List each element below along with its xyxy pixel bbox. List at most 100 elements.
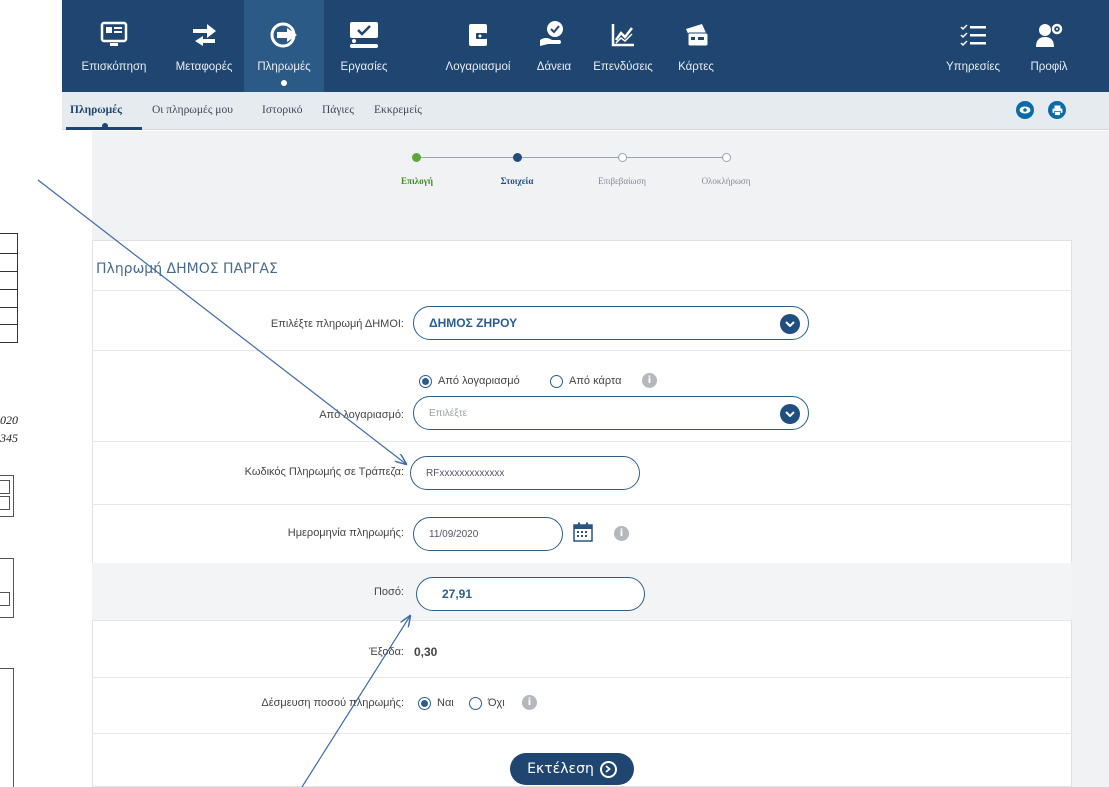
subnav-item-history[interactable]: Ιστορικό — [262, 104, 303, 116]
radio-hold-no-label: Όχι — [488, 697, 505, 709]
nav-item-tasks[interactable]: Εργασίες — [324, 0, 404, 92]
investments-chart-icon — [606, 18, 640, 52]
radio-from-card[interactable] — [550, 375, 563, 388]
table-line — [0, 271, 18, 272]
payment-date-input[interactable]: 11/09/2020 — [413, 517, 563, 551]
municipality-label: Επιλέξτε πληρωμή ΔΗΜΟΙ: — [270, 318, 404, 330]
step-label-select: Επιλογή — [401, 176, 433, 186]
active-tab-dot — [102, 123, 108, 129]
subnav-item-my-payments[interactable]: Οι πληρωμές μου — [152, 104, 233, 116]
wallet-icon — [461, 18, 495, 52]
radio-from-account[interactable] — [419, 375, 432, 388]
row-separator — [92, 504, 1072, 505]
nav-label: Κάρτες — [678, 61, 714, 73]
sub-navigation-bar: Πληρωμές Οι πληρωμές μου Ιστορικό Πάγιες… — [62, 92, 1109, 130]
overview-icon — [97, 18, 131, 52]
nav-label: Επισκόπηση — [81, 61, 147, 73]
info-icon[interactable]: i — [614, 526, 629, 541]
nav-label: Μεταφορές — [175, 61, 233, 73]
nav-label: Επενδύσεις — [593, 61, 653, 73]
from-account-select[interactable]: Επιλέξτε — [413, 396, 809, 430]
municipality-value: ΔΗΜΟΣ ΖΗΡΟΥ — [429, 316, 518, 330]
print-icon[interactable] — [1048, 101, 1066, 119]
payment-stepper: Επιλογή Στοιχεία Επιβεβαίωση Ολοκλήρωση — [380, 150, 780, 190]
hold-amount-label: Δέσμευση ποσού πληρωμής: — [261, 697, 404, 709]
info-icon[interactable]: i — [522, 695, 537, 710]
step-label-confirm: Επιβεβαίωση — [597, 176, 647, 186]
table-line — [0, 342, 18, 343]
table-line — [17, 233, 18, 342]
calendar-icon[interactable] — [573, 522, 593, 542]
amount-label: Ποσό: — [373, 586, 404, 598]
doc-box — [0, 496, 10, 510]
doc-text-date: 020 — [0, 413, 18, 427]
nav-item-payments[interactable]: Πληρωμές — [244, 0, 324, 92]
row-separator — [92, 441, 1072, 442]
doc-text-number: 345 — [0, 431, 18, 445]
table-line — [0, 289, 18, 290]
form-title: Πληρωμή ΔΗΜΟΣ ΠΑΡΓΑΣ — [96, 261, 278, 277]
tasks-icon — [347, 18, 381, 52]
radio-hold-yes[interactable] — [418, 697, 431, 710]
step-dot-pending — [722, 153, 731, 162]
overlaid-document-fragment: 020 345 — [0, 130, 92, 787]
row-separator — [92, 733, 1072, 734]
stepper-line — [420, 157, 516, 158]
from-account-label: Από λογαριασμό: — [319, 409, 404, 421]
header-left-blank — [0, 92, 62, 130]
nav-item-investments[interactable]: Επενδύσεις — [588, 0, 658, 92]
nav-label: Δάνεια — [536, 61, 572, 73]
nav-item-transfers[interactable]: Μεταφορές — [164, 0, 244, 92]
amount-value: 27,91 — [442, 587, 473, 601]
payment-code-input[interactable]: RFxxxxxxxxxxxxx — [410, 456, 640, 490]
fees-label: Έξοδα: — [369, 646, 404, 658]
step-label-complete: Ολοκλήρωση — [701, 176, 751, 186]
subnav-item-pending[interactable]: Εκκρεμείς — [374, 104, 422, 116]
eye-icon[interactable] — [1016, 101, 1034, 119]
radio-hold-yes-label: Ναι — [437, 697, 454, 709]
transfer-arrows-icon — [187, 18, 221, 52]
stepper-line — [520, 157, 620, 158]
payment-code-label: Κωδικός Πληρωμής σε Τράπεζα: — [244, 466, 404, 478]
row-separator — [92, 350, 1072, 351]
payment-date-value: 11/09/2020 — [429, 528, 479, 540]
info-icon[interactable]: i — [642, 373, 657, 388]
subnav-item-standing[interactable]: Πάγιες — [322, 104, 354, 116]
nav-item-profile[interactable]: Προφίλ — [1014, 0, 1084, 92]
doc-box — [0, 480, 10, 494]
step-dot-pending — [618, 153, 627, 162]
loans-hand-icon — [537, 18, 571, 52]
fees-value: 0,30 — [414, 645, 438, 659]
table-line — [0, 307, 18, 308]
step-label-details: Στοιχεία — [500, 176, 534, 186]
nav-label: Πληρωμές — [257, 61, 311, 73]
chevron-right-icon — [599, 760, 617, 778]
nav-label: Προφίλ — [1030, 61, 1068, 73]
nav-item-loans[interactable]: Δάνεια — [526, 0, 582, 92]
profile-gear-icon — [1032, 18, 1066, 52]
table-line — [0, 233, 18, 234]
execute-button[interactable]: Εκτέλεση — [510, 753, 634, 785]
doc-box — [0, 668, 14, 787]
nav-label: Λογαριασμοί — [445, 61, 511, 73]
subnav-item-payments[interactable]: Πληρωμές — [70, 104, 122, 116]
amount-input[interactable]: 27,91 — [416, 577, 645, 611]
radio-from-card-label: Από κάρτα — [569, 375, 622, 387]
nav-label: Εργασίες — [340, 61, 388, 73]
chevron-down-icon — [780, 404, 800, 424]
payments-icon — [267, 18, 301, 52]
cards-icon — [679, 18, 713, 52]
row-separator — [92, 677, 1072, 678]
row-separator — [92, 620, 1072, 621]
from-account-placeholder: Επιλέξτε — [429, 407, 468, 419]
nav-label: Υπηρεσίες — [946, 61, 1000, 73]
nav-item-accounts[interactable]: Λογαριασμοί — [434, 0, 522, 92]
nav-item-services[interactable]: Υπηρεσίες — [936, 0, 1010, 92]
table-line — [0, 253, 18, 254]
chevron-down-icon — [780, 314, 800, 334]
radio-hold-no[interactable] — [469, 697, 482, 710]
nav-item-cards[interactable]: Κάρτες — [666, 0, 726, 92]
municipality-select[interactable]: ΔΗΜΟΣ ΖΗΡΟΥ — [413, 306, 809, 340]
nav-item-overview[interactable]: Επισκόπηση — [72, 0, 156, 92]
doc-box — [0, 558, 14, 618]
